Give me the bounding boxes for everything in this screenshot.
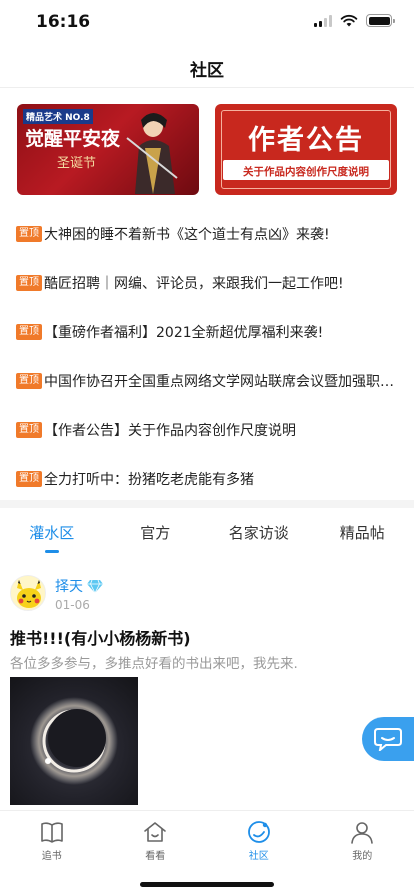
tabbar-item-books[interactable]: 追书	[0, 811, 104, 896]
home-indicator	[140, 882, 274, 887]
pinned-title: 中国作协召开全国重点网络文学网站联席会议暨加强职业道德建设座谈会	[44, 373, 402, 390]
forum-tabs: 灌水区 官方 名家访谈 精品帖	[0, 510, 414, 556]
diamond-icon	[87, 579, 103, 593]
community-icon	[247, 821, 270, 843]
banner-christmas[interactable]: 精品艺术 NO.8 觉醒平安夜 圣诞节	[17, 104, 199, 195]
banner-tag: 精品艺术 NO.8	[23, 109, 93, 124]
status-bar: 16:16	[0, 0, 414, 44]
banner-title: 作者公告	[248, 125, 364, 156]
tab-featured[interactable]: 精品帖	[311, 510, 414, 556]
tabbar-label: 社区	[248, 851, 269, 862]
tab-water[interactable]: 灌水区	[0, 510, 104, 556]
house-icon	[144, 822, 167, 842]
eclipse-image	[30, 697, 118, 785]
banner-title: 觉醒平安夜	[25, 128, 121, 150]
pinned-tag: 置顶	[16, 372, 42, 389]
pinned-title: 【重磅作者福利】2021全新超优厚福利来袭!	[44, 324, 324, 341]
pinned-title: 酷匠招聘｜网编、评论员，来跟我们一起工作吧!	[44, 275, 344, 292]
banner-subtitle-box: 关于作品内容创作尺度说明	[223, 160, 389, 180]
book-icon	[40, 822, 63, 843]
tabbar-label: 追书	[41, 851, 62, 862]
pinned-item[interactable]: 置顶 大神困的睡不着新书《这个道士有点凶》来袭!	[0, 209, 414, 258]
warrior-figure-icon	[126, 113, 178, 194]
pinned-tag: 置顶	[16, 421, 42, 438]
banner-subtitle: 关于作品内容创作尺度说明	[243, 166, 369, 178]
pinned-tag: 置顶	[16, 323, 42, 340]
pinned-tag: 置顶	[16, 274, 42, 291]
avatar[interactable]	[10, 575, 46, 611]
post-date: 01-06	[55, 598, 90, 612]
post-title[interactable]: 推书!!!(有小小杨杨新书)	[10, 625, 191, 649]
post-image[interactable]	[10, 677, 138, 805]
status-icons	[314, 14, 395, 27]
status-time: 16:16	[36, 12, 91, 32]
pinned-tag: 置顶	[16, 470, 42, 487]
person-icon	[351, 822, 374, 844]
section-divider	[0, 500, 414, 508]
pinned-item[interactable]: 置顶 【作者公告】关于作品内容创作尺度说明	[0, 405, 414, 454]
battery-icon	[366, 14, 395, 27]
pinned-item[interactable]: 置顶 酷匠招聘｜网编、评论员，来跟我们一起工作吧!	[0, 258, 414, 307]
chat-float-button[interactable]	[362, 717, 414, 761]
tabbar-label: 我的	[352, 851, 373, 862]
tabbar-label: 看看	[145, 851, 166, 862]
banner-author-notice[interactable]: 作者公告 关于作品内容创作尺度说明	[215, 104, 397, 195]
pinned-list: 置顶 大神困的睡不着新书《这个道士有点凶》来袭! 置顶 酷匠招聘｜网编、评论员，…	[0, 209, 414, 503]
pinned-title: 全力打听中：扮猪吃老虎能有多猪	[44, 471, 254, 488]
pinned-item[interactable]: 置顶 中国作协召开全国重点网络文学网站联席会议暨加强职业道德建设座谈会	[0, 356, 414, 405]
signal-icon	[314, 14, 332, 27]
pinned-title: 大神困的睡不着新书《这个道士有点凶》来袭!	[44, 226, 330, 243]
nav-bar: 社区	[0, 44, 414, 88]
tab-official[interactable]: 官方	[104, 510, 208, 556]
pinned-item[interactable]: 置顶 全力打听中：扮猪吃老虎能有多猪	[0, 454, 414, 503]
author-name: 择天	[55, 579, 83, 595]
post-author[interactable]: 择天	[55, 576, 103, 596]
post-body[interactable]: 各位多多参与，多推点好看的书出来吧，我先来.	[10, 652, 298, 672]
page-title: 社区	[190, 61, 224, 81]
tabbar-item-profile[interactable]: 我的	[311, 811, 414, 896]
pinned-item[interactable]: 置顶 【重磅作者福利】2021全新超优厚福利来袭!	[0, 307, 414, 356]
tab-interview[interactable]: 名家访谈	[207, 510, 311, 556]
pikachu-avatar-icon	[11, 576, 45, 610]
pinned-title: 【作者公告】关于作品内容创作尺度说明	[44, 422, 296, 439]
pinned-tag: 置顶	[16, 225, 42, 242]
banner-subtitle: 圣诞节	[57, 156, 97, 171]
chat-bubble-icon	[374, 728, 402, 751]
wifi-icon	[340, 14, 358, 27]
